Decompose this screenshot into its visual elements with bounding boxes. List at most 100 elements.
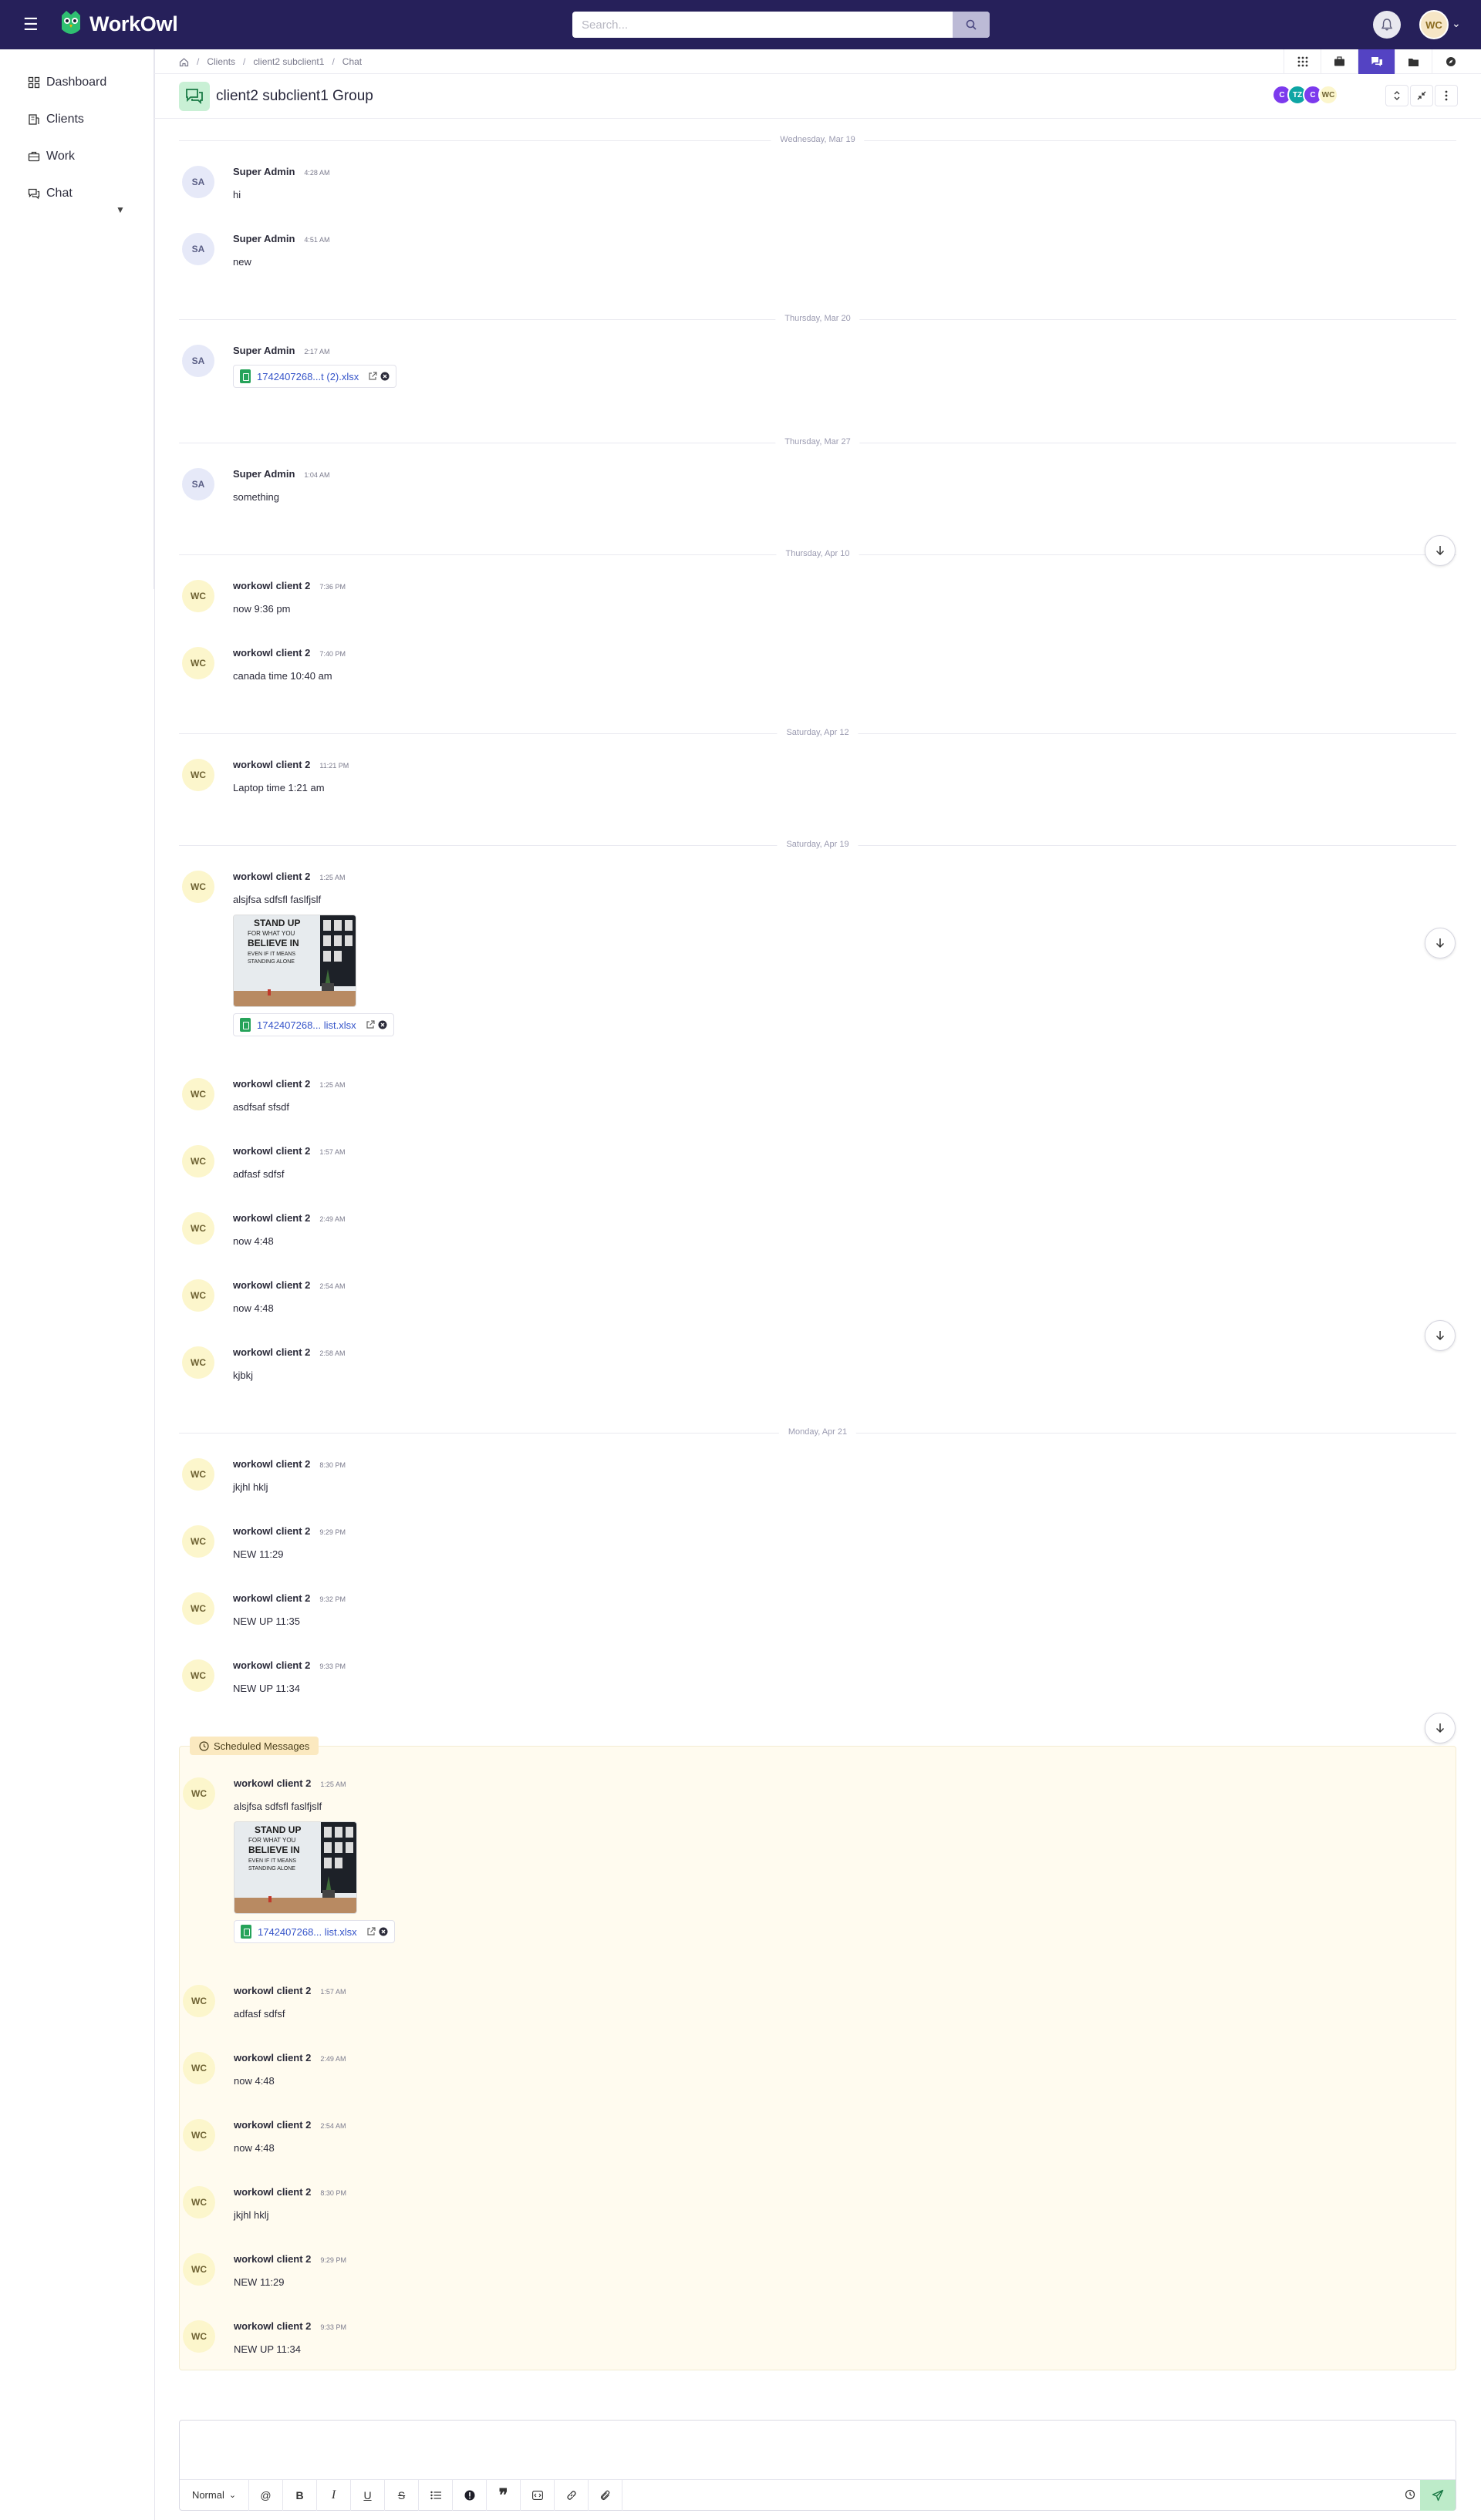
chat-icon	[28, 188, 40, 200]
avatar: WC	[183, 2119, 215, 2151]
menu-icon[interactable]: ☰	[23, 16, 40, 33]
image-attachment[interactable]: STAND UP FOR WHAT YOU BELIEVE IN EVEN IF…	[234, 1821, 357, 1914]
avatar: SA	[182, 166, 214, 198]
sidebar-item-clients[interactable]: Clients	[28, 113, 84, 126]
breadcrumb-bar: / Clients / client2 subclient1 / Chat	[154, 49, 1481, 74]
svg-text:STAND UP: STAND UP	[254, 918, 300, 928]
minimize-icon	[1417, 91, 1426, 100]
image-attachment[interactable]: STAND UP FOR WHAT YOU BELIEVE IN EVEN IF…	[233, 915, 356, 1007]
remove-icon[interactable]	[380, 372, 390, 381]
message-time: 11:21 PM	[319, 762, 349, 770]
breadcrumb: / Clients / client2 subclient1 / Chat	[179, 49, 362, 74]
file-attachment[interactable]: 1742407268... list.xlsx	[234, 1920, 395, 1943]
open-external-icon[interactable]	[366, 1020, 375, 1029]
search-icon	[966, 19, 977, 30]
expand-button[interactable]	[1385, 85, 1408, 106]
sidebar-item-work[interactable]: Work	[28, 150, 75, 163]
schedule-icon	[1405, 2489, 1415, 2500]
message-author: Super Admin 4:28 AM	[233, 166, 330, 177]
send-button[interactable]	[1420, 2480, 1456, 2511]
user-avatar[interactable]: WC	[1419, 10, 1449, 39]
bullet-list-button[interactable]	[419, 2479, 453, 2511]
avatar: WC	[182, 1279, 214, 1312]
file-name[interactable]: 1742407268... list.xlsx	[257, 1019, 356, 1031]
search-button[interactable]	[953, 12, 990, 38]
clients-icon	[29, 114, 39, 125]
tab-chat[interactable]	[1358, 49, 1395, 74]
tab-folder[interactable]	[1395, 49, 1432, 74]
message-time: 8:30 PM	[319, 1461, 346, 1469]
breadcrumb-clients[interactable]: Clients	[207, 56, 235, 67]
excel-file-icon	[240, 369, 251, 383]
tab-work[interactable]	[1321, 49, 1358, 74]
link-button[interactable]	[555, 2479, 589, 2511]
svg-text:EVEN IF IT MEANS: EVEN IF IT MEANS	[248, 1858, 296, 1864]
avatar: WC	[182, 580, 214, 612]
scroll-down-button[interactable]	[1425, 1320, 1456, 1351]
remove-icon[interactable]	[379, 1927, 388, 1936]
message-time: 2:54 AM	[320, 2122, 346, 2130]
message-time: 2:49 AM	[320, 2055, 346, 2063]
app-logo[interactable]: WorkOwl	[59, 9, 178, 39]
mention-button[interactable]: @	[249, 2479, 283, 2511]
important-button[interactable]	[453, 2479, 487, 2511]
message-input[interactable]	[180, 2421, 1456, 2479]
tab-explore[interactable]	[1432, 49, 1469, 74]
send-icon	[1432, 2489, 1444, 2501]
message-text: adfasf sdfsf	[234, 2008, 285, 2020]
home-icon[interactable]	[179, 57, 189, 67]
file-attachment[interactable]: 1742407268... list.xlsx	[233, 1013, 394, 1036]
svg-text:STAND UP: STAND UP	[255, 1824, 301, 1835]
message-time: 7:40 PM	[319, 650, 346, 658]
message-text: NEW 11:29	[234, 2276, 285, 2288]
open-external-icon[interactable]	[366, 1927, 376, 1936]
more-options-button[interactable]	[1435, 85, 1458, 106]
breadcrumb-separator: /	[332, 56, 335, 67]
scroll-down-button[interactable]	[1425, 928, 1456, 958]
file-name[interactable]: 1742407268... list.xlsx	[258, 1926, 357, 1938]
minimize-button[interactable]	[1410, 85, 1433, 106]
avatar: SA	[182, 468, 214, 500]
sidebar: Dashboard Clients Work ▼ Chat	[0, 49, 154, 589]
scroll-down-button[interactable]	[1425, 1713, 1456, 1743]
notification-button[interactable]	[1373, 11, 1401, 39]
open-external-icon[interactable]	[368, 372, 377, 381]
format-select[interactable]: Normal ⌄	[180, 2479, 249, 2511]
file-attachment[interactable]: 1742407268...t (2).xlsx	[233, 365, 397, 388]
file-name[interactable]: 1742407268...t (2).xlsx	[257, 371, 359, 382]
tab-apps[interactable]	[1284, 49, 1321, 74]
message-text: NEW UP 11:34	[233, 1683, 300, 1694]
message-text: now 4:48	[233, 1235, 274, 1247]
code-block-button[interactable]	[521, 2479, 555, 2511]
date-separator: Thursday, Mar 20	[179, 312, 1456, 327]
schedule-button[interactable]	[1405, 2489, 1415, 2504]
bell-icon	[1381, 19, 1393, 31]
remove-icon[interactable]	[378, 1020, 387, 1029]
svg-text:EVEN IF IT MEANS: EVEN IF IT MEANS	[248, 952, 295, 957]
italic-button[interactable]: I	[317, 2479, 351, 2511]
avatar: WC	[182, 1346, 214, 1379]
poster-image: STAND UP FOR WHAT YOU BELIEVE IN EVEN IF…	[234, 1822, 356, 1913]
message-time: 9:33 PM	[320, 2323, 346, 2331]
sidebar-item-dashboard[interactable]: Dashboard	[28, 76, 106, 89]
search-input[interactable]	[572, 12, 953, 38]
arrow-down-icon	[1435, 546, 1445, 556]
strikethrough-button[interactable]: S	[385, 2479, 419, 2511]
bold-icon: B	[295, 2488, 304, 2501]
quote-button[interactable]: ❞	[487, 2479, 521, 2511]
svg-text:BELIEVE IN: BELIEVE IN	[248, 938, 299, 948]
message-text: jkjhl hklj	[233, 1481, 268, 1493]
avatar: SA	[182, 233, 214, 265]
chevron-down-icon[interactable]: ▼	[116, 204, 125, 215]
bold-button[interactable]: B	[283, 2479, 317, 2511]
member-avatars[interactable]: C TZ C WC	[1272, 85, 1338, 105]
breadcrumb-subclient[interactable]: client2 subclient1	[253, 56, 324, 67]
chevron-down-icon[interactable]: ⌄	[1452, 17, 1461, 30]
member-avatar[interactable]: WC	[1318, 85, 1338, 105]
attach-button[interactable]	[589, 2479, 622, 2511]
sidebar-item-chat[interactable]: Chat	[28, 187, 73, 200]
compass-icon	[1446, 57, 1456, 66]
underline-button[interactable]: U	[351, 2479, 385, 2511]
excel-file-icon	[241, 1925, 251, 1939]
scroll-down-button[interactable]	[1425, 535, 1456, 566]
